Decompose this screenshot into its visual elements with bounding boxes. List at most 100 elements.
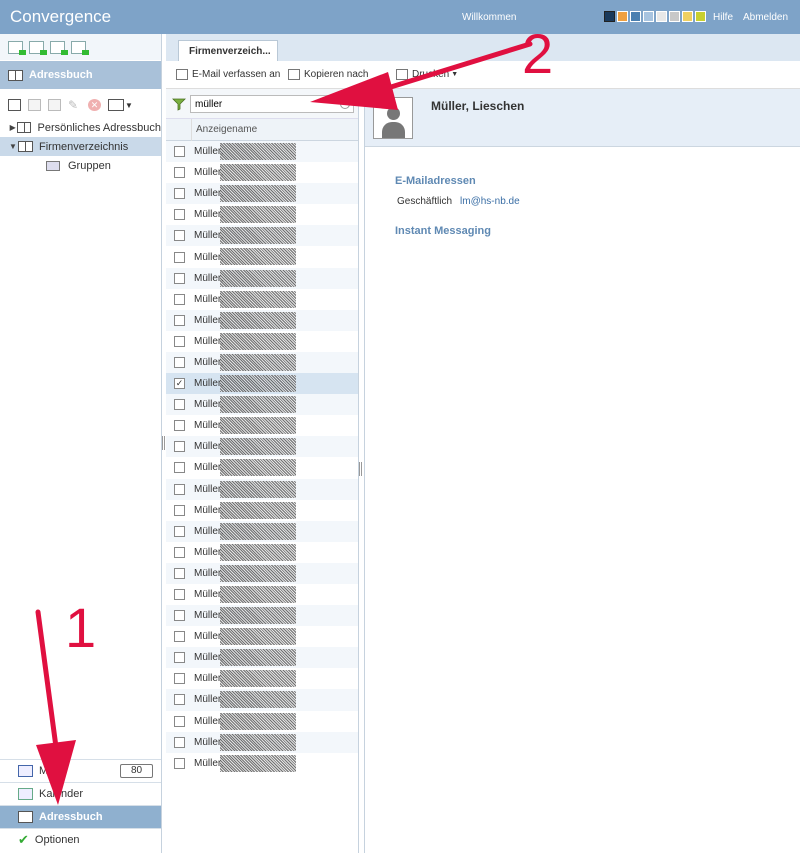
row-checkbox[interactable] [174, 694, 185, 706]
nav-addressbook[interactable]: Adressbuch [0, 805, 161, 828]
table-row[interactable]: Müller, [166, 731, 358, 753]
table-row[interactable]: Müller, [166, 500, 358, 521]
sidebar-splitter[interactable] [162, 436, 165, 450]
new-addressbook-icon[interactable] [8, 99, 21, 111]
nav-options[interactable]: ✔ Optionen [0, 828, 161, 851]
compose-email-button[interactable]: E-Mail verfassen an [176, 69, 280, 80]
row-checkbox[interactable] [174, 715, 185, 727]
table-row[interactable]: Müller, [166, 520, 358, 542]
table-row[interactable]: Müller, [166, 204, 358, 225]
table-row[interactable]: Müller, [166, 562, 358, 584]
filter-icon[interactable] [172, 97, 186, 111]
row-checkbox[interactable]: ✓ [174, 378, 185, 390]
tree-item-company-directory[interactable]: ▼ Firmenverzeichnis [0, 137, 161, 156]
delete-icon[interactable]: ✕ [88, 99, 101, 111]
copy-to-button[interactable]: Kopieren nach [288, 69, 369, 80]
row-checkbox[interactable] [174, 483, 185, 495]
row-checkbox[interactable] [174, 736, 185, 748]
table-row[interactable]: Müller, [166, 753, 358, 774]
table-row[interactable]: Müller, [166, 415, 358, 436]
row-checkbox[interactable] [174, 462, 185, 474]
table-row[interactable]: Müller, [166, 584, 358, 605]
new-list-icon[interactable] [29, 40, 47, 55]
logout-link[interactable]: Abmelden [743, 12, 788, 23]
row-checkbox[interactable] [174, 146, 185, 158]
table-row[interactable]: Müller, [166, 542, 358, 563]
table-row[interactable]: Müller, [166, 478, 358, 500]
share-addressbook-icon[interactable] [48, 99, 61, 111]
theme-swatch[interactable] [630, 11, 641, 22]
expand-arrow-icon[interactable]: ▶ [8, 123, 17, 132]
table-row[interactable]: Müller, [166, 647, 358, 669]
row-checkbox[interactable] [174, 610, 185, 622]
table-row[interactable]: Müller, [166, 267, 358, 289]
table-row[interactable]: Müller, [166, 394, 358, 416]
table-row[interactable]: ✓ Müller, [166, 373, 358, 395]
table-row[interactable]: Müller, [166, 351, 358, 374]
theme-swatch[interactable] [682, 11, 693, 22]
row-checkbox[interactable] [174, 673, 185, 685]
theme-swatch[interactable] [695, 11, 706, 22]
row-checkbox[interactable] [174, 589, 185, 601]
import-icon[interactable] [50, 40, 68, 55]
row-checkbox[interactable] [174, 251, 185, 263]
tree-item-groups[interactable]: Gruppen [0, 156, 161, 175]
table-row[interactable]: Müller, [166, 626, 358, 647]
row-checkbox[interactable] [174, 272, 185, 284]
row-checkbox[interactable] [174, 631, 185, 643]
view-menu-icon[interactable] [108, 99, 124, 111]
row-checkbox[interactable] [174, 525, 185, 537]
row-checkbox[interactable] [174, 504, 185, 516]
row-checkbox[interactable] [174, 567, 185, 579]
help-link[interactable]: Hilfe [713, 12, 733, 23]
table-row[interactable]: Müller, [166, 246, 358, 267]
row-checkbox[interactable] [174, 230, 185, 242]
table-row[interactable]: Müller, [166, 668, 358, 689]
table-row[interactable]: Müller, [166, 711, 358, 732]
table-row[interactable]: Müller, [166, 436, 358, 458]
chevron-down-icon[interactable]: ▼ [125, 101, 133, 110]
row-checkbox[interactable] [174, 546, 185, 558]
nav-mail[interactable]: Mail 80 [0, 759, 161, 782]
search-input[interactable] [190, 95, 354, 113]
table-row[interactable]: Müller, [166, 183, 358, 205]
theme-swatch[interactable] [617, 11, 628, 22]
theme-swatch[interactable] [669, 11, 680, 22]
table-row[interactable]: Müller, [166, 289, 358, 310]
row-checkbox[interactable] [174, 314, 185, 326]
theme-swatch[interactable] [643, 11, 654, 22]
clear-search-icon[interactable]: × [340, 99, 350, 109]
row-checkbox[interactable] [174, 356, 185, 368]
table-row[interactable]: Müller, [166, 225, 358, 247]
theme-swatch[interactable] [604, 11, 615, 22]
edit-icon[interactable]: ✎ [68, 99, 81, 111]
table-row[interactable]: Müller, [166, 141, 358, 163]
row-checkbox[interactable] [174, 209, 185, 221]
row-checkbox[interactable] [174, 335, 185, 347]
nav-calendar[interactable]: Kalender [0, 782, 161, 805]
tree-item-personal[interactable]: ▶ Persönliches Adressbuch [0, 118, 161, 137]
table-row[interactable]: Müller, [166, 605, 358, 627]
table-row[interactable]: Müller, [166, 162, 358, 183]
copy-addressbook-icon[interactable] [28, 99, 41, 111]
print-button[interactable]: Drucken ▼ [396, 69, 458, 80]
row-checkbox[interactable] [174, 399, 185, 411]
row-checkbox[interactable] [174, 441, 185, 453]
table-row[interactable]: Müller, [166, 689, 358, 711]
select-all-column[interactable] [166, 118, 192, 141]
theme-swatch[interactable] [656, 11, 667, 22]
row-checkbox[interactable] [174, 188, 185, 200]
new-contact-icon[interactable] [8, 40, 26, 55]
row-checkbox[interactable] [174, 293, 185, 305]
list-splitter[interactable] [359, 462, 362, 476]
export-icon[interactable] [71, 40, 89, 55]
email-link[interactable]: lm@hs-nb.de [460, 196, 520, 207]
table-row[interactable]: Müller, [166, 309, 358, 331]
row-checkbox[interactable] [174, 652, 185, 664]
table-row[interactable]: Müller, [166, 331, 358, 352]
row-checkbox[interactable] [174, 167, 185, 179]
collapse-arrow-icon[interactable]: ▼ [8, 142, 18, 151]
row-checkbox[interactable] [174, 420, 185, 432]
tab-company-directory[interactable]: Firmenverzeich... [178, 40, 278, 61]
row-checkbox[interactable] [174, 757, 185, 769]
